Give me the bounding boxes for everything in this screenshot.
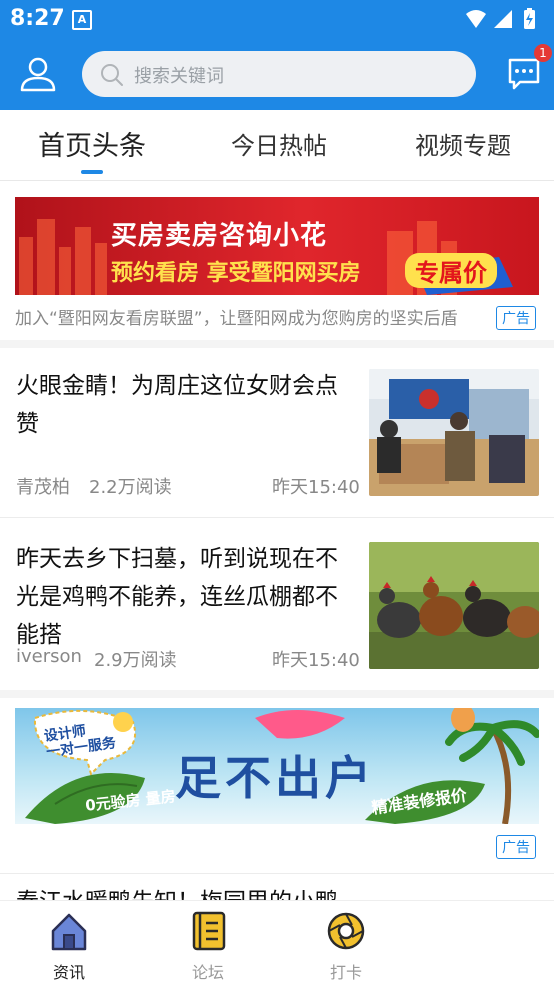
wifi-icon <box>466 10 486 28</box>
article-title-partial[interactable]: 春江水暖鸭先知！梅园里的小鸭 <box>16 882 536 900</box>
article-time: 昨天15:40 <box>272 650 360 671</box>
divider <box>0 517 554 518</box>
article-reads: 2.2万阅读 <box>89 477 172 498</box>
top-header: 搜索关键词 1 <box>0 38 554 110</box>
search-input[interactable]: 搜索关键词 <box>82 51 476 97</box>
nav-label: 论坛 <box>191 963 224 982</box>
search-placeholder: 搜索关键词 <box>134 66 224 87</box>
ad-banner-realestate[interactable]: 买房卖房咨询小花 预约看房 享受暨阳网买房 专属价 <box>15 197 539 295</box>
message-icon[interactable] <box>506 56 542 92</box>
article-thumbnail <box>369 542 539 669</box>
signal-icon <box>494 10 512 28</box>
article-time: 昨天15:40 <box>272 477 360 498</box>
article-reads: 2.9万阅读 <box>94 650 177 671</box>
home-icon <box>51 913 87 951</box>
article-title: 昨天去乡下扫墓，听到说现在不光是鸡鸭不能养，连丝瓜棚都不能搭 <box>16 546 338 648</box>
category-tabs: 首页头条 今日热帖 视频专题 <box>0 110 554 181</box>
nav-item-news[interactable]: 资讯 <box>29 911 109 983</box>
nav-item-checkin[interactable]: 打卡 <box>306 911 386 983</box>
active-tab-indicator <box>81 170 103 174</box>
tab-hot-posts[interactable]: 今日热帖 <box>231 126 327 161</box>
ad-tag: 广告 <box>496 835 536 859</box>
status-time: 8:27 <box>10 6 65 31</box>
divider <box>0 873 554 874</box>
ad-main-text: 足不出户 <box>175 751 375 805</box>
article-thumbnail <box>369 369 539 496</box>
system-icons <box>466 8 535 29</box>
ad-line1: 买房卖房咨询小花 <box>111 221 328 251</box>
bottom-nav: 资讯 论坛 打卡 <box>0 900 554 985</box>
divider <box>0 340 554 348</box>
ad-banner-decoration[interactable]: 设计师 一对一服务 足不出户 0元验房 量房 精准装修报价 <box>15 708 539 824</box>
ad-tag: 广告 <box>496 306 536 330</box>
message-badge: 1 <box>534 44 552 62</box>
camera-aperture-icon <box>327 912 365 950</box>
tab-headlines[interactable]: 首页头条 <box>38 124 146 163</box>
notification-icon: A <box>72 10 92 30</box>
article-title: 火眼金睛！为周庄这位女财会点赞 <box>16 373 338 437</box>
nav-label: 资讯 <box>52 963 85 982</box>
ad-highlight: 专属价 <box>405 253 497 288</box>
nav-item-forum[interactable]: 论坛 <box>168 911 248 983</box>
article-author: 青茂柏 <box>16 477 70 498</box>
ad-caption: 加入“暨阳网友看房联盟”，让暨阳网成为您购房的坚实后盾 <box>15 309 458 329</box>
divider <box>0 690 554 698</box>
tab-video[interactable]: 视频专题 <box>415 126 511 161</box>
user-icon[interactable] <box>18 54 58 94</box>
search-icon <box>101 64 123 86</box>
nav-label: 打卡 <box>329 963 362 982</box>
article-author: iverson <box>16 646 82 667</box>
ad-line2: 预约看房 享受暨阳网买房 <box>111 261 361 286</box>
notebook-icon <box>192 911 226 951</box>
status-bar: 8:27 A <box>0 0 554 38</box>
